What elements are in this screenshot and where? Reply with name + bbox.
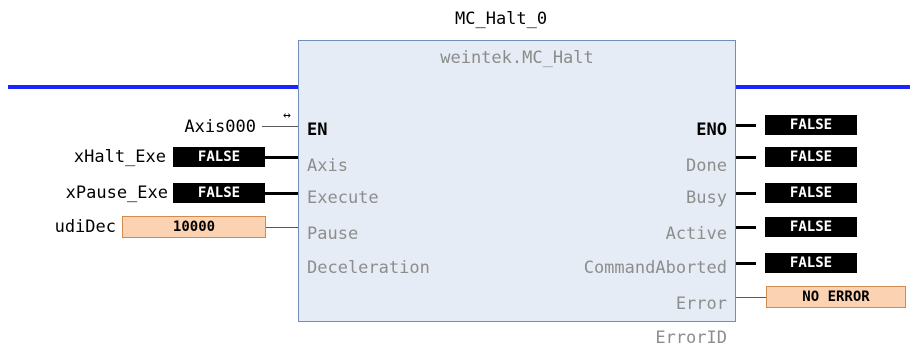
pin-axis[interactable]: Axis [307,155,348,177]
busy-value[interactable]: FALSE [765,147,857,167]
pin-eno[interactable]: ENO [696,119,727,141]
pause-value[interactable]: FALSE [173,183,265,203]
power-rail-right [736,85,910,89]
function-block[interactable]: weintek.MC_Halt EN Axis Execute Pause De… [298,40,736,348]
pause-variable[interactable]: xPause_Exe [10,182,168,204]
axis-variable[interactable]: Axis000 [130,116,256,138]
command-aborted-wire [736,226,756,229]
pause-wire [265,192,298,195]
pin-error-id[interactable]: ErrorID [655,327,727,349]
command-aborted-value[interactable]: FALSE [765,217,857,237]
pin-en[interactable]: EN [307,119,327,141]
error-id-value[interactable]: NO ERROR [766,286,906,308]
pin-error[interactable]: Error [676,293,727,315]
power-rail-left [8,85,298,89]
error-wire [736,262,756,265]
execute-wire [265,156,298,159]
pin-active[interactable]: Active [666,223,727,245]
active-wire [736,192,756,195]
execute-value[interactable]: FALSE [173,147,265,167]
instance-name[interactable]: MC_Halt_0 [455,8,547,30]
function-block-type: weintek.MC_Halt [440,48,594,68]
busy-wire [736,156,756,159]
pin-busy[interactable]: Busy [686,187,727,209]
axis-wire [262,126,298,127]
pin-done[interactable]: Done [686,155,727,177]
pin-pause[interactable]: Pause [307,223,358,245]
execute-variable[interactable]: xHalt_Exe [20,146,166,168]
pin-deceleration[interactable]: Deceleration [307,257,430,279]
error-id-wire [736,297,766,298]
deceleration-wire [266,227,298,228]
done-wire [736,124,756,127]
deceleration-value[interactable]: 10000 [122,216,266,238]
done-value[interactable]: FALSE [765,115,857,135]
error-value[interactable]: FALSE [765,253,857,273]
deceleration-variable[interactable]: udiDec [20,216,116,238]
active-value[interactable]: FALSE [765,183,857,203]
pin-execute[interactable]: Execute [307,187,379,209]
pin-command-aborted[interactable]: CommandAborted [584,257,727,279]
double-arrow-icon: ↔ [283,108,291,123]
